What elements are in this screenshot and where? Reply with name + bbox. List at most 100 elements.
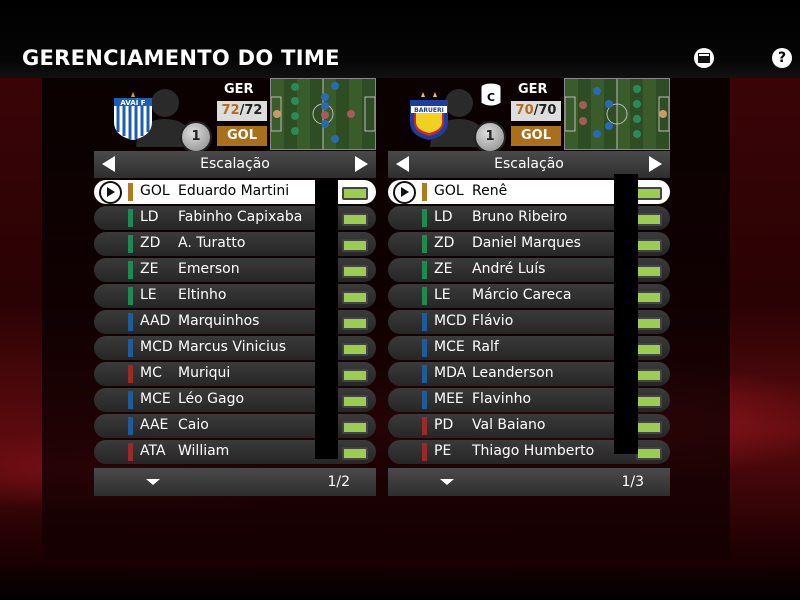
scroll-down-icon[interactable] bbox=[440, 479, 454, 485]
play-icon[interactable] bbox=[99, 181, 122, 204]
page-indicator: 1/2 bbox=[327, 474, 350, 490]
player-position: MC bbox=[140, 365, 162, 381]
formation-dot bbox=[291, 83, 299, 91]
formation-diagram bbox=[565, 79, 669, 149]
player-name: Marcus Vinicius bbox=[178, 339, 287, 355]
condition-bar bbox=[636, 395, 662, 408]
captain-armband-icon: C bbox=[480, 82, 502, 107]
redaction-bar bbox=[614, 174, 638, 454]
formation-dot bbox=[273, 110, 281, 118]
formation-dot bbox=[633, 85, 641, 93]
rating-current: 72 bbox=[221, 103, 240, 118]
player-position: ZD bbox=[434, 235, 455, 251]
player-position: ZE bbox=[140, 261, 159, 277]
player-position: MCE bbox=[434, 339, 465, 355]
player-name: William bbox=[178, 443, 230, 459]
formation-dot bbox=[331, 135, 339, 143]
condition-bar bbox=[342, 291, 368, 304]
player-name: Emerson bbox=[178, 261, 240, 277]
position-color-stripe bbox=[422, 209, 427, 227]
captain-label: C bbox=[487, 91, 495, 104]
player-position: LD bbox=[140, 209, 159, 225]
position-color-stripe bbox=[128, 209, 133, 227]
rating-box: 70/70 bbox=[511, 101, 561, 121]
crest-text-right: BARUERI bbox=[414, 107, 444, 114]
player-position: LE bbox=[434, 287, 451, 303]
help-icon[interactable]: ? bbox=[772, 48, 792, 68]
team-crest-left: AVAÍ F bbox=[114, 92, 152, 140]
player-position: ATA bbox=[140, 443, 166, 459]
position-color-stripe bbox=[422, 339, 427, 357]
formation-diagram bbox=[271, 79, 375, 149]
rating-max: 72 bbox=[244, 103, 263, 118]
formation-dot bbox=[579, 101, 587, 109]
formation-dot bbox=[331, 82, 339, 90]
redaction-bar bbox=[315, 179, 338, 459]
player-position: MCD bbox=[140, 339, 173, 355]
formation-dot bbox=[605, 122, 613, 130]
rating-max: 70 bbox=[538, 103, 557, 118]
formation-dot bbox=[321, 93, 329, 101]
player-name: A. Turatto bbox=[178, 235, 246, 251]
condition-bar bbox=[636, 369, 662, 382]
formation-dot bbox=[321, 102, 329, 110]
player-name: Marquinhos bbox=[178, 313, 260, 329]
position-color-stripe bbox=[422, 365, 427, 383]
formation-dot bbox=[347, 110, 355, 118]
player-position: AAE bbox=[140, 417, 169, 433]
player-name: Ralf bbox=[472, 339, 499, 355]
formation-dot bbox=[633, 130, 641, 138]
condition-bar bbox=[342, 447, 368, 460]
condition-bar bbox=[636, 421, 662, 434]
window-icon[interactable] bbox=[694, 48, 714, 68]
player-position: LE bbox=[140, 287, 157, 303]
position-color-stripe bbox=[422, 261, 427, 279]
condition-bar bbox=[636, 213, 662, 226]
list-footer: 1/2 bbox=[94, 468, 376, 496]
list-footer: 1/3 bbox=[388, 468, 670, 496]
condition-bar bbox=[636, 447, 662, 460]
player-name: Flavinho bbox=[472, 391, 532, 407]
position-color-stripe bbox=[128, 417, 133, 435]
player-name: Thiago Humberto bbox=[472, 443, 595, 459]
position-color-stripe bbox=[128, 287, 133, 305]
next-arrow-icon[interactable] bbox=[355, 156, 368, 172]
play-icon[interactable] bbox=[393, 181, 416, 204]
player-position: PE bbox=[434, 443, 452, 459]
position-badge: GOL bbox=[511, 126, 561, 146]
player-name: Val Baiano bbox=[472, 417, 546, 433]
player-name: Márcio Careca bbox=[472, 287, 572, 303]
condition-bar bbox=[636, 239, 662, 252]
page-indicator: 1/3 bbox=[621, 474, 644, 490]
condition-bar bbox=[342, 317, 368, 330]
position-color-stripe bbox=[128, 183, 133, 201]
condition-bar bbox=[342, 239, 368, 252]
formation-dot bbox=[291, 127, 299, 135]
player-position: ZE bbox=[434, 261, 453, 277]
formation-pitch[interactable] bbox=[564, 78, 670, 150]
condition-bar bbox=[636, 265, 662, 278]
position-color-stripe bbox=[422, 391, 427, 409]
team-crest-right: BARUERI bbox=[410, 92, 448, 140]
formation-dot bbox=[633, 115, 641, 123]
player-name: Eduardo Martini bbox=[178, 183, 290, 199]
scroll-down-icon[interactable] bbox=[146, 479, 160, 485]
team-panel-right: BARUERI C 1 GER 70/70 GOL Escalação GOL … bbox=[388, 78, 670, 560]
position-color-stripe bbox=[128, 313, 133, 331]
position-color-stripe bbox=[422, 313, 427, 331]
player-name: Léo Gago bbox=[178, 391, 245, 407]
player-name: Fabinho Capixaba bbox=[178, 209, 303, 225]
next-arrow-icon[interactable] bbox=[649, 156, 662, 172]
formation-pitch[interactable] bbox=[270, 78, 376, 150]
position-color-stripe bbox=[128, 235, 133, 253]
formation-dot bbox=[291, 112, 299, 120]
formation-dot bbox=[321, 120, 329, 128]
player-position: MEE bbox=[434, 391, 464, 407]
player-name: Eltinho bbox=[178, 287, 227, 303]
player-name: Muriqui bbox=[178, 365, 231, 381]
formation-dot bbox=[579, 117, 587, 125]
player-position: GOL bbox=[434, 183, 464, 199]
player-position: ZD bbox=[140, 235, 161, 251]
player-position: AAD bbox=[140, 313, 171, 329]
ger-label: GER bbox=[518, 82, 548, 97]
